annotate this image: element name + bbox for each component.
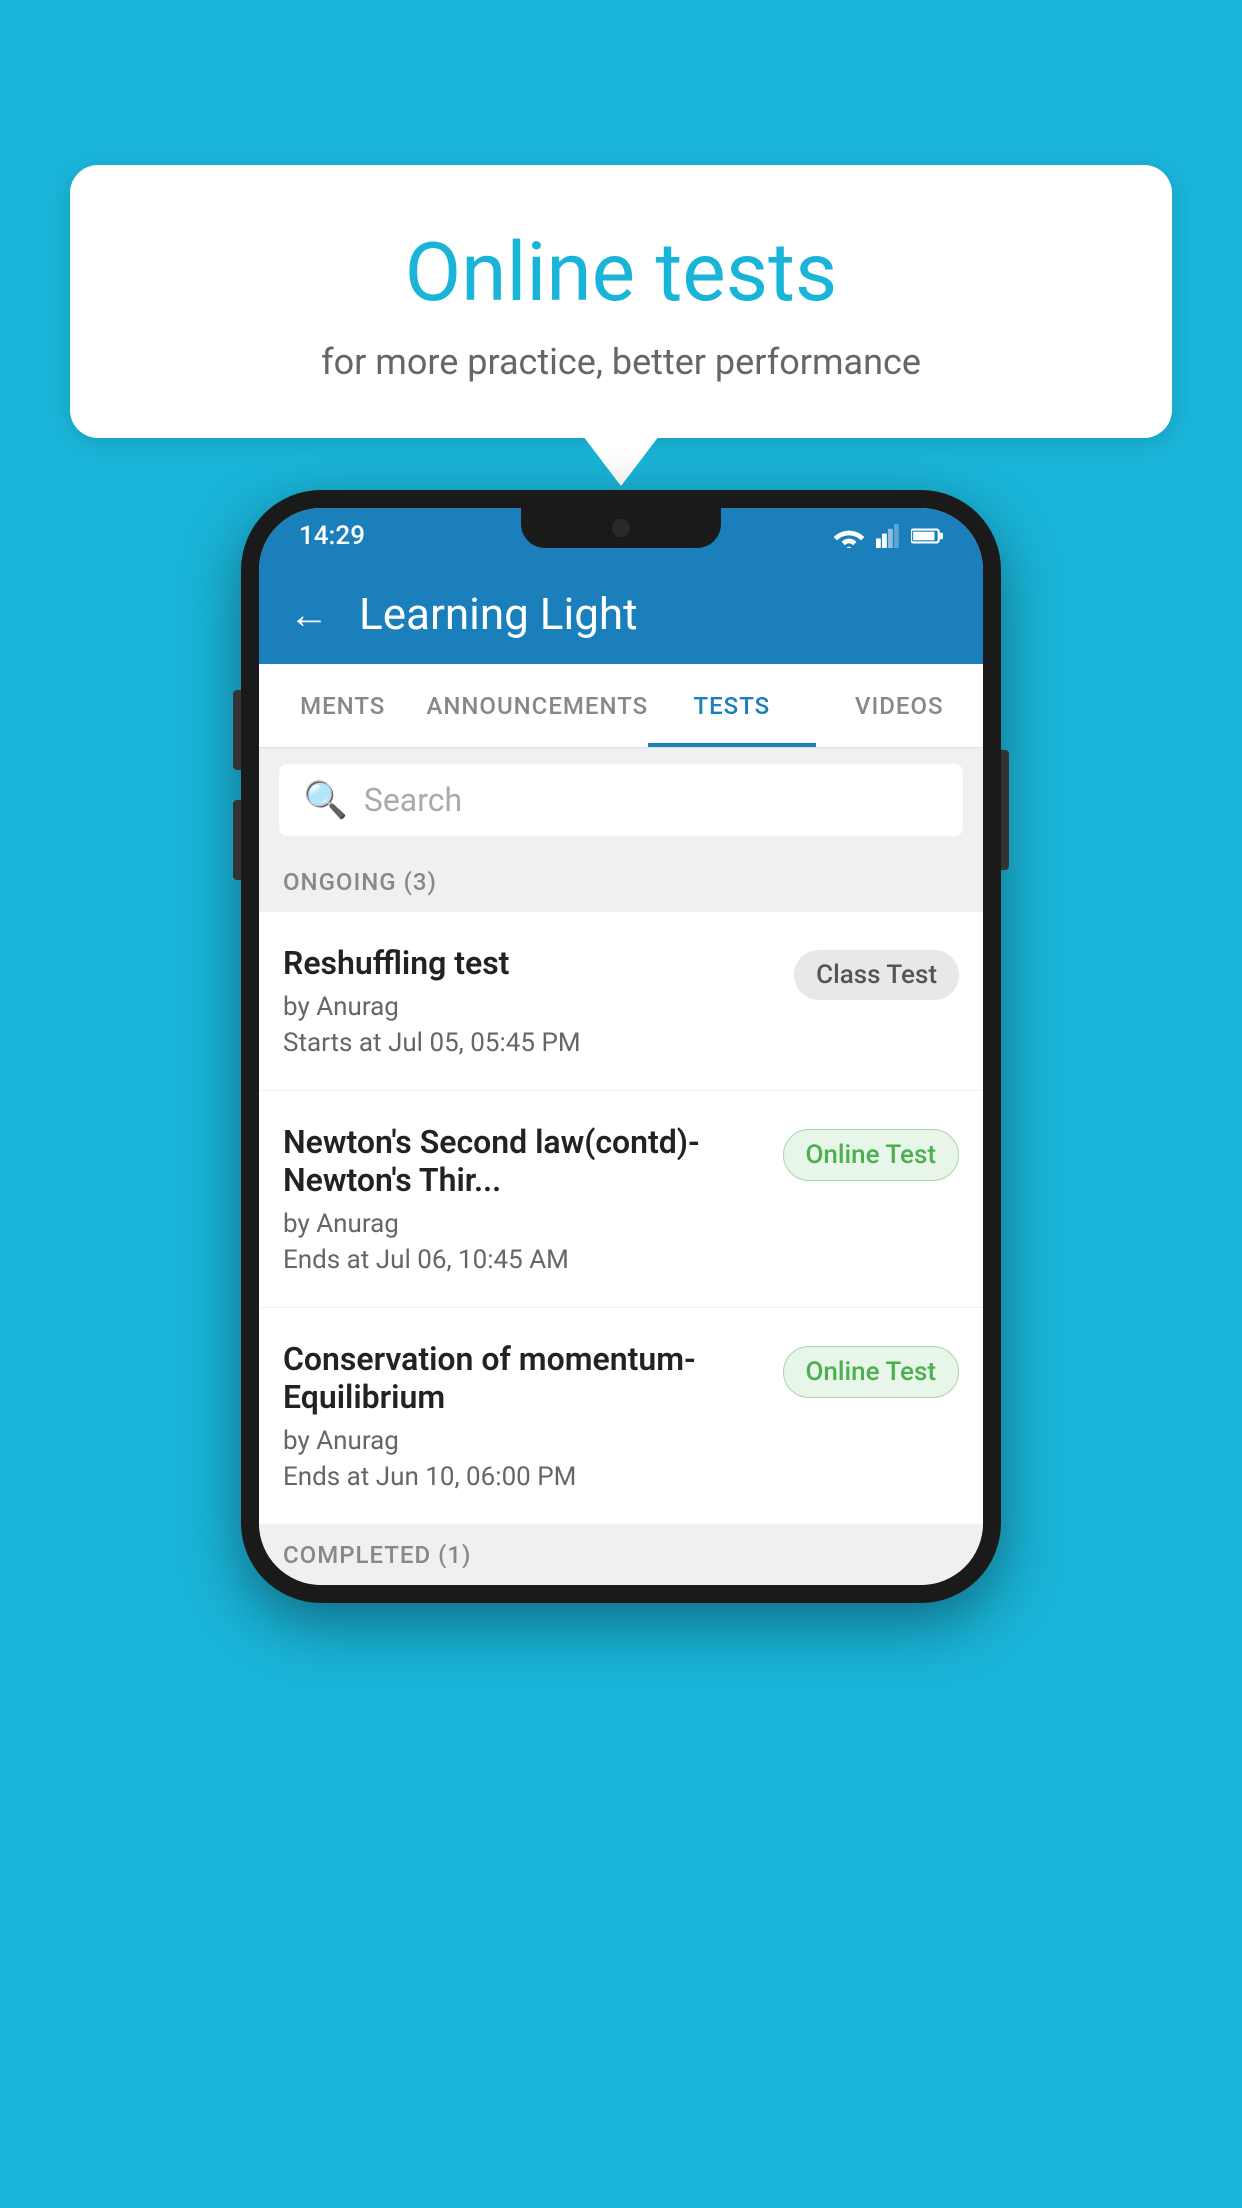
bubble-subtitle: for more practice, better performance bbox=[120, 341, 1122, 383]
tab-announcements[interactable]: ANNOUNCEMENTS bbox=[426, 664, 648, 747]
test-item-1[interactable]: Reshuffling test by Anurag Starts at Jul… bbox=[259, 912, 983, 1091]
phone-frame: 14:29 ← Learning bbox=[241, 490, 1001, 1603]
test-info-1: Reshuffling test by Anurag Starts at Jul… bbox=[283, 944, 794, 1058]
test-date-2: Ends at Jul 06, 10:45 AM bbox=[283, 1245, 763, 1275]
status-time: 14:29 bbox=[299, 521, 365, 551]
phone-side-button-vol-down bbox=[233, 800, 241, 880]
app-bar: ← Learning Light bbox=[259, 564, 983, 664]
speech-bubble: Online tests for more practice, better p… bbox=[70, 165, 1172, 438]
search-container: 🔍 Search bbox=[259, 748, 983, 852]
test-badge-3: Online Test bbox=[783, 1346, 960, 1398]
back-button[interactable]: ← bbox=[289, 591, 329, 638]
battery-icon bbox=[911, 526, 943, 546]
test-date-3: Ends at Jun 10, 06:00 PM bbox=[283, 1462, 763, 1492]
wifi-icon bbox=[833, 524, 865, 548]
test-info-3: Conservation of momentum-Equilibrium by … bbox=[283, 1340, 783, 1492]
test-by-2: by Anurag bbox=[283, 1209, 763, 1239]
phone-notch bbox=[521, 508, 721, 548]
test-date-1: Starts at Jul 05, 05:45 PM bbox=[283, 1028, 774, 1058]
search-input[interactable]: Search bbox=[364, 781, 462, 819]
status-icons bbox=[833, 524, 943, 548]
tab-videos[interactable]: VIDEOS bbox=[816, 664, 983, 747]
test-list: Reshuffling test by Anurag Starts at Jul… bbox=[259, 912, 983, 1525]
phone-side-button-power bbox=[1001, 750, 1009, 870]
completed-section-header: COMPLETED (1) bbox=[259, 1525, 983, 1585]
tabs-bar: MENTS ANNOUNCEMENTS TESTS VIDEOS bbox=[259, 664, 983, 748]
test-name-1: Reshuffling test bbox=[283, 944, 774, 982]
test-item-3[interactable]: Conservation of momentum-Equilibrium by … bbox=[259, 1308, 983, 1525]
camera-dot bbox=[612, 519, 630, 537]
test-badge-1: Class Test bbox=[794, 950, 959, 1000]
tab-tests[interactable]: TESTS bbox=[648, 664, 815, 747]
test-item-2[interactable]: Newton's Second law(contd)-Newton's Thir… bbox=[259, 1091, 983, 1308]
test-info-2: Newton's Second law(contd)-Newton's Thir… bbox=[283, 1123, 783, 1275]
tab-ments[interactable]: MENTS bbox=[259, 664, 426, 747]
search-bar[interactable]: 🔍 Search bbox=[279, 764, 963, 836]
signal-icon bbox=[875, 524, 901, 548]
phone-side-button-vol-up bbox=[233, 690, 241, 770]
test-by-3: by Anurag bbox=[283, 1426, 763, 1456]
app-title: Learning Light bbox=[359, 588, 638, 640]
ongoing-section-header: ONGOING (3) bbox=[259, 852, 983, 912]
test-name-2: Newton's Second law(contd)-Newton's Thir… bbox=[283, 1123, 763, 1199]
test-badge-2: Online Test bbox=[783, 1129, 960, 1181]
phone-screen: 14:29 ← Learning bbox=[259, 508, 983, 1585]
search-icon: 🔍 bbox=[303, 779, 348, 821]
test-name-3: Conservation of momentum-Equilibrium bbox=[283, 1340, 763, 1416]
bubble-title: Online tests bbox=[120, 225, 1122, 321]
test-by-1: by Anurag bbox=[283, 992, 774, 1022]
